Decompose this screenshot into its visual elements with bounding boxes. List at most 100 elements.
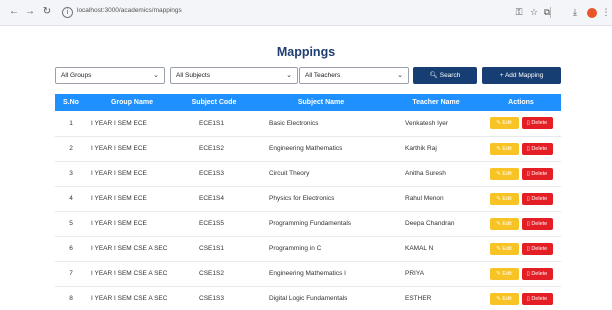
row-teacher-name: KAMAL N [405, 245, 434, 252]
row-subject-code: ECE1S1 [199, 119, 224, 127]
row-subject-name: Programming in C [269, 245, 322, 252]
row-actions: ✎ Edit ▯ Delete [481, 136, 561, 161]
delete-label: Delete [531, 195, 548, 202]
delete-label: Delete [531, 145, 548, 152]
menu-kebab-icon[interactable]: ⋮ [600, 6, 612, 18]
browser-toolbar: ← → ↻ i localhost:3000/academics/mapping… [0, 0, 612, 26]
header-group-name: Group Name [110, 99, 153, 106]
teacher-filter-select[interactable]: All Teachers ⌄ [299, 67, 409, 84]
header-sno: S.No [63, 99, 79, 106]
row-actions: ✎ Edit ▯ Delete [481, 261, 561, 286]
page-title: Mappings [276, 45, 336, 59]
address-bar[interactable]: i localhost:3000/academics/mappings [59, 4, 559, 21]
table-row: 4 I YEAR I SEM ECE ECE1S4 Physics for Elect… [55, 186, 561, 211]
table-row: 2 I YEAR I SEM ECE ECE1S2 Engineering Mathe… [55, 136, 561, 161]
delete-button[interactable]: ▯ Delete [521, 167, 553, 180]
row-group-name: I YEAR I SEM CSE A SEC [91, 245, 168, 252]
delete-button[interactable]: ▯ Delete [521, 117, 553, 130]
table-row: 1 I YEAR I SEM ECE ECE1S1 Basic Electronics… [55, 111, 561, 136]
row-subject-code: ECE1S2 [199, 145, 224, 152]
delete-label: Delete [531, 170, 548, 177]
row-group-name: I YEAR I SEM ECE [91, 170, 147, 177]
row-subject-name: Engineering Mathematics [269, 145, 343, 152]
delete-button[interactable]: ▯ Delete [521, 242, 553, 255]
forward-arrow-icon[interactable]: → [24, 6, 36, 18]
edit-label: Edit [502, 170, 512, 177]
row-teacher-name: Venkatesh Iyer [405, 119, 448, 127]
delete-button[interactable]: ▯ Delete [521, 217, 553, 230]
row-sno: 5 [69, 220, 73, 227]
row-subject-code: ECE1S4 [199, 195, 224, 202]
edit-button[interactable]: ✎ Edit [489, 267, 519, 280]
row-actions: ✎ Edit ▯ Delete [481, 236, 561, 261]
group-filter-select[interactable]: All Groups ⌄ [55, 67, 165, 84]
row-group-name: I YEAR I SEM CSE A SEC [91, 295, 168, 302]
search-icon: 🔍︎ [429, 72, 438, 79]
edit-button[interactable]: ✎ Edit [489, 142, 519, 155]
row-subject-name: Basic Electronics [269, 119, 319, 127]
edit-button[interactable]: ✎ Edit [489, 192, 519, 205]
header-subject-name: Subject Name [297, 99, 345, 106]
row-sno: 4 [69, 195, 73, 202]
subject-filter-value: All Subjects [176, 72, 210, 79]
row-sno: 2 [69, 145, 73, 152]
row-group-name: I YEAR I SEM ECE [91, 220, 147, 227]
download-icon[interactable]: ⤓ [569, 6, 581, 18]
table-header-row: S.No Group Name Subject Code Subject Nam… [55, 94, 561, 111]
row-teacher-name: Deepa Chandran [405, 220, 455, 227]
row-subject-code: CSE1S1 [199, 245, 224, 252]
edit-label: Edit [502, 145, 512, 152]
search-button[interactable]: 🔍︎ Search [413, 67, 477, 84]
teacher-filter-value: All Teachers [305, 72, 341, 79]
delete-label: Delete [531, 245, 548, 252]
row-teacher-name: Anitha Suresh [405, 170, 446, 177]
row-group-name: I YEAR I SEM CSE A SEC [91, 270, 168, 277]
row-subject-name: Digital Logic Fundamentals [269, 295, 348, 302]
delete-button[interactable]: ▯ Delete [521, 267, 553, 280]
edit-label: Edit [502, 270, 512, 277]
row-subject-code: CSE1S3 [199, 295, 224, 302]
toolbar-divider [550, 7, 551, 18]
row-sno: 8 [69, 295, 73, 302]
edit-button[interactable]: ✎ Edit [489, 242, 519, 255]
search-button-label: Search [439, 72, 461, 79]
delete-button[interactable]: ▯ Delete [521, 292, 553, 305]
row-teacher-name: PRIYA [405, 270, 425, 277]
row-actions: ✎ Edit ▯ Delete [481, 186, 561, 211]
edit-button[interactable]: ✎ Edit [489, 217, 519, 230]
row-subject-name: Physics for Electronics [269, 195, 335, 202]
extensions-icon[interactable]: ⧉ [541, 6, 553, 18]
delete-label: Delete [531, 270, 548, 277]
mappings-table: S.No Group Name Subject Code Subject Nam… [55, 94, 561, 310]
bookmark-star-icon[interactable]: ☆ [528, 6, 540, 18]
edit-button[interactable]: ✎ Edit [489, 117, 519, 130]
back-arrow-icon[interactable]: ← [8, 6, 20, 18]
row-actions: ✎ Edit ▯ Delete [481, 161, 561, 186]
site-info-icon[interactable]: i [62, 7, 73, 18]
edit-button[interactable]: ✎ Edit [489, 292, 519, 305]
row-group-name: I YEAR I SEM ECE [91, 119, 147, 127]
add-mapping-button[interactable]: + Add Mapping [482, 67, 561, 84]
row-subject-code: ECE1S3 [199, 170, 224, 177]
delete-button[interactable]: ▯ Delete [521, 142, 553, 155]
row-sno: 7 [69, 270, 73, 277]
subject-filter-select[interactable]: All Subjects ⌄ [170, 67, 298, 84]
delete-label: Delete [531, 220, 548, 227]
edit-button[interactable]: ✎ Edit [489, 167, 519, 180]
edit-label: Edit [502, 120, 512, 127]
header-teacher-name: Teacher Name [412, 99, 460, 106]
row-group-name: I YEAR I SEM ECE [91, 195, 147, 202]
row-subject-name: Circuit Theory [269, 170, 310, 177]
edit-label: Edit [502, 245, 512, 252]
edit-label: Edit [502, 295, 512, 302]
row-actions: ✎ Edit ▯ Delete [481, 211, 561, 236]
chevron-down-icon: ⌄ [397, 72, 403, 79]
delete-label: Delete [531, 295, 548, 302]
table-row: 8 I YEAR I SEM CSE A SEC CSE1S3 Digital Log… [55, 286, 561, 310]
chevron-down-icon: ⌄ [286, 72, 292, 79]
profile-avatar[interactable] [587, 8, 597, 18]
delete-button[interactable]: ▯ Delete [521, 192, 553, 205]
reload-icon[interactable]: ↻ [41, 6, 53, 18]
row-subject-code: CSE1S2 [199, 270, 224, 277]
key-icon[interactable]: ⚿ [513, 6, 525, 18]
